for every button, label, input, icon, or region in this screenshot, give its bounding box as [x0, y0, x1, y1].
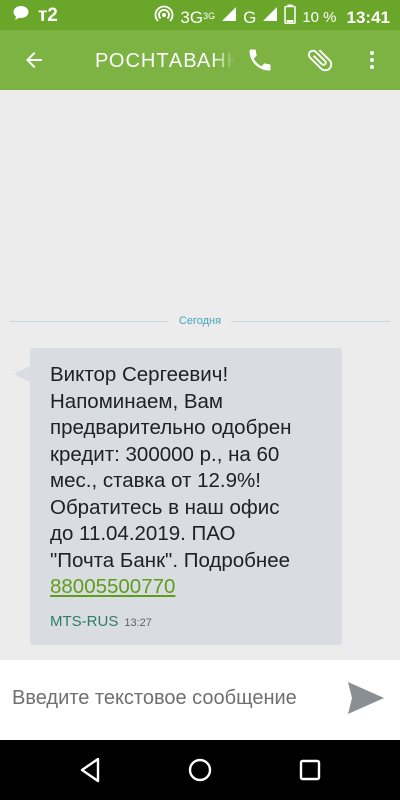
- divider: [231, 320, 391, 322]
- nav-home-button[interactable]: [185, 755, 215, 785]
- network-type-label: 3G3G: [180, 7, 215, 29]
- conversation-toolbar: РОСНТАВАНК: [0, 30, 400, 90]
- battery-percent: 10 %: [302, 8, 337, 26]
- status-bar: т2 3G3G G 10 % 13:41: [0, 0, 400, 30]
- message-line: "Почта Банк". Подробнее: [50, 548, 291, 572]
- status-left: т2: [12, 4, 58, 27]
- status-right: 3G3G G 10 % 13:41: [154, 4, 390, 31]
- phone-icon: [249, 49, 271, 71]
- message-line: Виктор Сергеевич!: [50, 363, 229, 386]
- incoming-message-bubble[interactable]: Виктор Сергеевич! Напоминаем, Вам предва…: [14, 348, 342, 645]
- message-meta: MTS-RUS 13:27: [50, 613, 332, 630]
- message-line: до 11.04.2019. ПАО: [50, 522, 236, 545]
- message-line: Напоминаем, Вам: [50, 389, 224, 413]
- network-type-sup: 3G: [203, 10, 216, 21]
- message-line: мес., ставка от 12.9%!: [50, 469, 261, 492]
- more-options-button[interactable]: [356, 42, 388, 78]
- attach-button[interactable]: [300, 42, 340, 78]
- more-vert-icon: [370, 51, 374, 69]
- compose-bar: [0, 660, 400, 740]
- signal-icon: [221, 6, 237, 29]
- message-line: кредит: 300000 р., на 60: [50, 442, 280, 466]
- message-input[interactable]: [10, 680, 344, 716]
- nav-home-icon: [188, 758, 212, 782]
- message-time: 13:27: [124, 616, 152, 629]
- battery-icon: [284, 4, 297, 31]
- back-button[interactable]: [16, 44, 52, 76]
- nav-back-icon: [80, 757, 100, 783]
- back-arrow-icon: [26, 52, 42, 68]
- nav-recents-button[interactable]: [295, 755, 325, 785]
- carrier-name: т2: [38, 4, 58, 26]
- call-button[interactable]: [240, 42, 280, 78]
- date-label: Сегодня: [178, 315, 222, 327]
- network-type-text: 3G: [180, 7, 204, 27]
- network-type-2-label: G: [243, 7, 257, 27]
- message-line: предварительно одобрен: [50, 416, 292, 439]
- status-time: 13:41: [346, 7, 390, 27]
- hotspot-icon: [154, 4, 174, 31]
- signal-icon: [262, 6, 278, 29]
- send-icon: [348, 682, 384, 714]
- chat-bubble-icon: [12, 4, 30, 27]
- sim-label: MTS-RUS: [50, 612, 119, 630]
- nav-back-button[interactable]: [75, 755, 105, 785]
- paperclip-icon: [307, 49, 333, 72]
- divider: [10, 320, 169, 322]
- nav-recents-icon: [299, 759, 321, 781]
- message-text: Виктор Сергеевич! Напоминаем, Вам предва…: [50, 362, 332, 601]
- phone-number-link[interactable]: 88005500770: [50, 575, 175, 598]
- system-nav-bar: [0, 740, 400, 800]
- bubble-tail: [14, 366, 30, 382]
- send-button[interactable]: [345, 678, 387, 718]
- message-line: Обратитесь в наш офис: [50, 495, 280, 519]
- contact-title: РОСНТАВАНК: [95, 48, 235, 74]
- date-separator: Сегодня: [10, 312, 391, 330]
